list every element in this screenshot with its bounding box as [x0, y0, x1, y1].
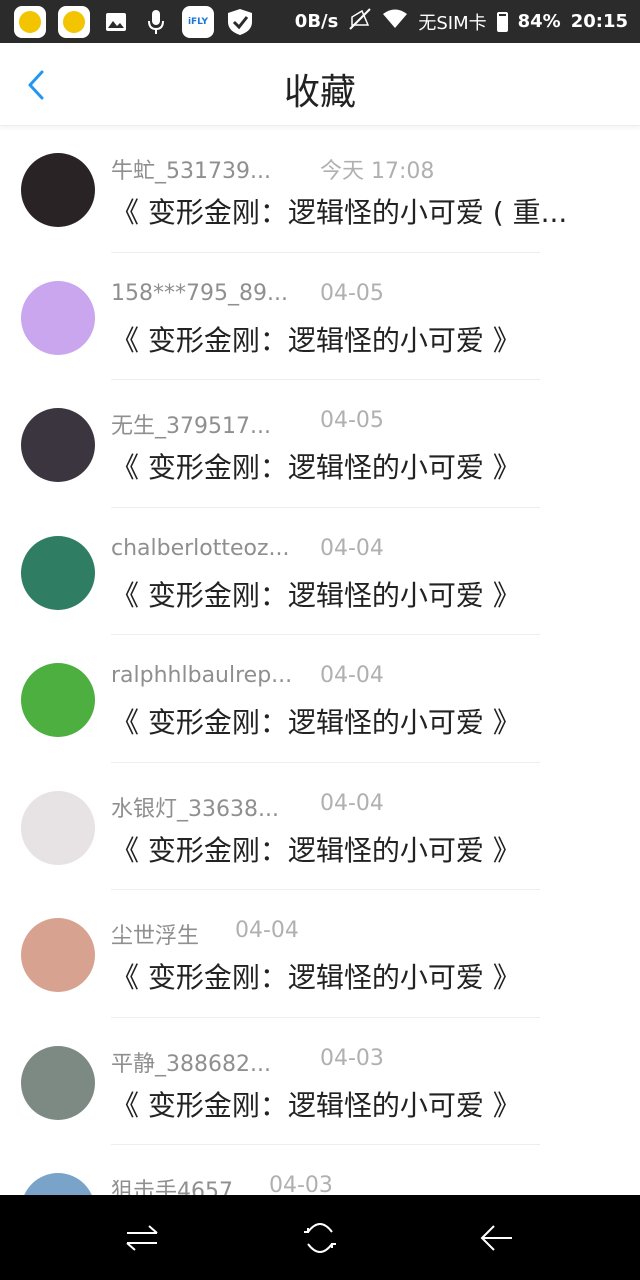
- battery-percent: 84%: [517, 11, 561, 32]
- timestamp: 04-05: [320, 280, 384, 306]
- avatar[interactable]: [21, 153, 95, 227]
- list-item[interactable]: ralphhlbaulrep... 04-04 《 变形金刚：逻辑怪的小可爱 》: [0, 635, 640, 763]
- user-name: 无生_379517...: [111, 414, 271, 439]
- avatar[interactable]: [21, 663, 95, 737]
- avatar[interactable]: [21, 1045, 95, 1120]
- favorite-title: 《 变形金刚：逻辑怪的小可爱 》: [111, 578, 521, 612]
- timestamp: 04-03: [269, 1173, 333, 1195]
- timestamp: 04-04: [320, 790, 384, 816]
- favorite-title: 《 变形金刚：逻辑怪的小可爱 》: [111, 833, 521, 867]
- list-item[interactable]: 158***795_89... 04-05 《 变形金刚：逻辑怪的小可爱 》: [0, 253, 640, 380]
- app-notification-icon: [14, 5, 46, 38]
- user-name: chalberlotteoz...: [111, 535, 290, 561]
- list-item[interactable]: chalberlotteoz... 04-04 《 变形金刚：逻辑怪的小可爱 》: [0, 508, 640, 635]
- timestamp: 04-03: [320, 1045, 384, 1071]
- favorite-title: 《 变形金刚：逻辑怪的小可爱 》: [111, 961, 521, 994]
- avatar[interactable]: [21, 790, 95, 865]
- image-icon: [102, 8, 130, 36]
- network-speed: 0B/s: [294, 11, 339, 32]
- system-nav-bar: [0, 1195, 640, 1280]
- battery-icon: [496, 11, 508, 32]
- arrow-left-icon: [480, 1225, 512, 1251]
- timestamp: 04-04: [235, 918, 299, 943]
- list-item[interactable]: 平静_388682... 04-03 《 变形金刚：逻辑怪的小可爱 》: [0, 1018, 640, 1145]
- status-bar: iFLY 0B/s 无SIM卡 84% 20:15: [0, 0, 640, 43]
- avatar[interactable]: [21, 918, 95, 992]
- list-item[interactable]: 尘世浮生 04-04 《 变形金刚：逻辑怪的小可爱 》: [0, 890, 640, 1018]
- list-item[interactable]: 狙击手4657 04-03: [0, 1145, 640, 1195]
- wifi-icon: [382, 9, 408, 34]
- avatar[interactable]: [21, 535, 95, 610]
- timestamp: 04-04: [320, 535, 384, 561]
- home-icon: [304, 1223, 336, 1253]
- list-item[interactable]: 无生_379517... 04-05 《 变形金刚：逻辑怪的小可爱 》: [0, 380, 640, 508]
- timestamp: 今天 17:08: [320, 159, 435, 184]
- home-button[interactable]: [297, 1215, 343, 1261]
- sim-status: 无SIM卡: [418, 12, 487, 34]
- avatar[interactable]: [21, 1173, 95, 1195]
- favorite-title: 《 变形金刚：逻辑怪的小可爱 》: [111, 323, 521, 357]
- timestamp: 04-04: [320, 663, 384, 688]
- avatar[interactable]: [21, 280, 95, 355]
- ifly-icon: iFLY: [182, 5, 214, 38]
- avatar[interactable]: [21, 408, 95, 482]
- clock: 20:15: [570, 11, 628, 32]
- timestamp: 04-05: [320, 408, 384, 433]
- notification-icons: iFLY: [14, 5, 254, 38]
- swap-arrows-icon: [126, 1225, 158, 1251]
- favorite-title: 《 变形金刚：逻辑怪的小可爱 》: [111, 706, 521, 739]
- mute-icon: [348, 7, 372, 36]
- microphone-icon: [142, 8, 170, 36]
- list-item[interactable]: 牛虻_531739... 今天 17:08 《 变形金刚：逻辑怪的小可爱 ( 重..…: [0, 125, 640, 253]
- favorite-title: 《 变形金刚：逻辑怪的小可爱 》: [111, 451, 521, 484]
- user-name: 水银灯_33638...: [111, 796, 279, 822]
- favorite-title: 《 变形金刚：逻辑怪的小可爱 ( 重...: [111, 196, 568, 229]
- favorite-title: 《 变形金刚：逻辑怪的小可爱 》: [111, 1088, 521, 1122]
- page-title: 收藏: [283, 72, 356, 113]
- app-notification-icon: [58, 5, 90, 38]
- favorites-list: 牛虻_531739... 今天 17:08 《 变形金刚：逻辑怪的小可爱 ( 重..…: [0, 125, 640, 1195]
- user-name: 牛虻_531739...: [111, 159, 271, 184]
- user-name: 尘世浮生: [111, 924, 200, 949]
- status-right: 0B/s 无SIM卡 84% 20:15: [295, 0, 628, 43]
- user-name: 158***795_89...: [111, 280, 288, 306]
- recent-apps-button[interactable]: [119, 1215, 165, 1261]
- shield-check-icon: [226, 8, 254, 36]
- user-name: 狙击手4657: [111, 1179, 233, 1195]
- top-app-bar: 收藏: [0, 43, 640, 126]
- back-nav-button[interactable]: [474, 1215, 520, 1261]
- user-name: 平静_388682...: [111, 1051, 271, 1077]
- user-name: ralphhlbaulrep...: [111, 663, 293, 688]
- list-item[interactable]: 水银灯_33638... 04-04 《 变形金刚：逻辑怪的小可爱 》: [0, 763, 640, 890]
